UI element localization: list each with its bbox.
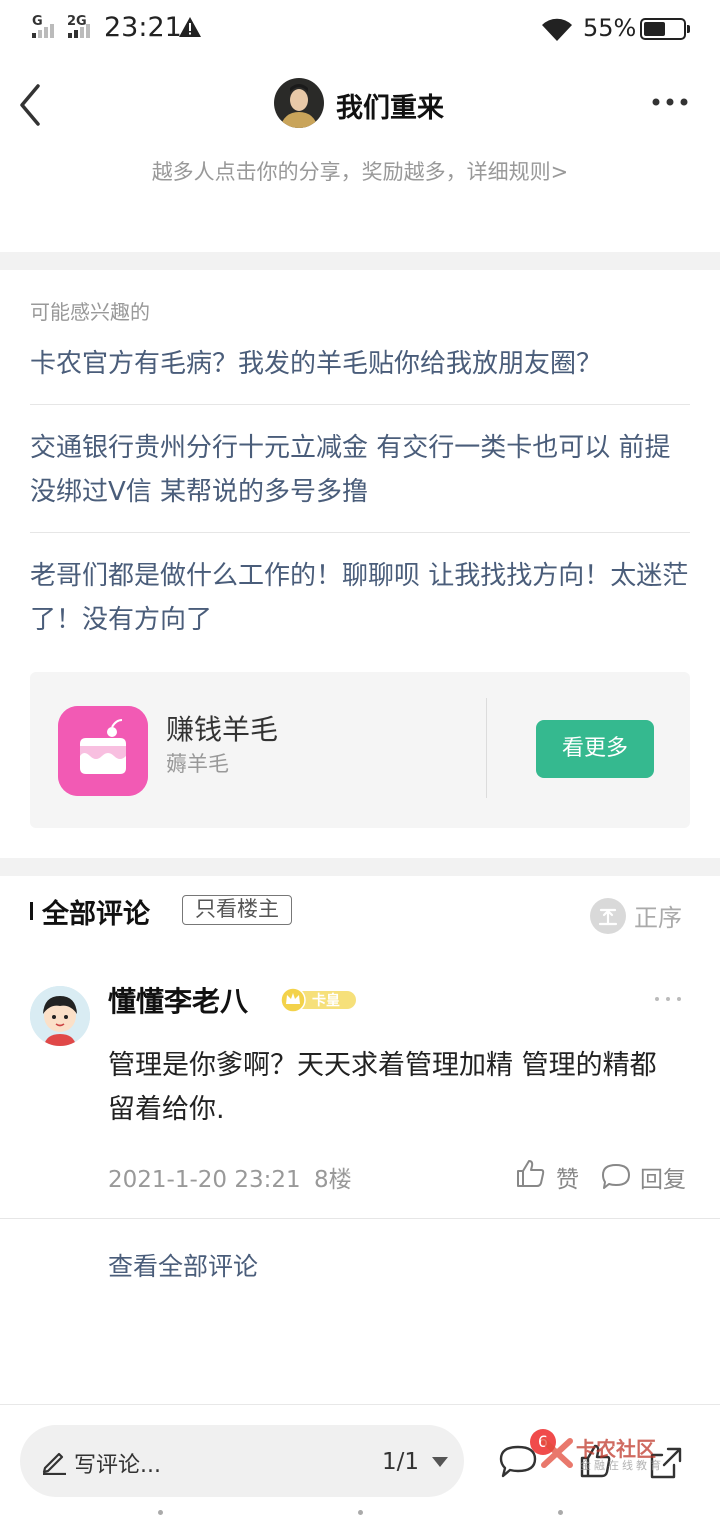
comment-meta: 2021-1-20 23:21 8楼 <box>108 1160 352 1194</box>
post-header: 我们重来 <box>0 62 720 148</box>
battery-icon <box>640 18 690 40</box>
author-name[interactable]: 我们重来 <box>336 86 444 125</box>
pen-icon <box>42 1452 66 1475</box>
comments-title: 全部评论 <box>42 899 150 930</box>
section-marker <box>30 902 33 920</box>
comment-more-icon[interactable] <box>654 994 682 1004</box>
comment-time: 2021-1-20 23:21 <box>108 1167 301 1193</box>
see-more-button[interactable]: 看更多 <box>536 720 654 778</box>
more-options-icon[interactable] <box>650 94 690 110</box>
reply-button[interactable]: 回复 <box>640 1160 686 1194</box>
sort-order-label[interactable]: 正序 <box>634 898 682 933</box>
op-only-toggle[interactable]: 只看楼主 <box>182 895 292 925</box>
section-separator <box>0 858 720 876</box>
user-rank-badge: 卡皇 <box>280 986 358 1014</box>
back-arrow-icon[interactable] <box>14 82 48 128</box>
reply-icon[interactable] <box>600 1162 632 1192</box>
page-indicator[interactable]: 1/1 <box>382 1449 419 1475</box>
write-comment-placeholder: 写评论... <box>74 1453 161 1478</box>
write-comment-input[interactable]: 写评论... 1/1 <box>20 1425 464 1497</box>
battery-percent: 55% <box>583 14 637 42</box>
author-avatar[interactable] <box>274 78 324 128</box>
sort-icon[interactable] <box>590 898 626 934</box>
warning-icon <box>179 17 201 37</box>
bottom-action-bar: 写评论... 1/1 6 卡农社区 金融在线教育 <box>0 1404 720 1520</box>
nav-dot <box>158 1510 163 1515</box>
signal-icon-2 <box>68 24 94 38</box>
status-bar: G 2G 23:21 55% <box>0 0 720 58</box>
like-button[interactable]: 赞 <box>556 1160 579 1194</box>
interest-item[interactable]: 交通银行贵州分行十元立减金 有交行一类卡也可以 前提没绑过V信 某帮说的多号多撸 <box>30 426 690 514</box>
cake-app-icon <box>58 706 148 796</box>
divider <box>0 1218 720 1219</box>
nav-dot <box>358 1510 363 1515</box>
wifi-icon <box>542 18 572 41</box>
app-name: 赚钱羊毛 <box>166 713 279 746</box>
comment-floor: 8楼 <box>313 1167 352 1193</box>
card-divider <box>486 698 487 798</box>
clock: 23:21 <box>104 12 182 43</box>
divider <box>30 532 690 533</box>
commenter-avatar[interactable] <box>30 986 90 1046</box>
like-icon[interactable] <box>514 1157 546 1189</box>
comment-text: 管理是你爹啊？天天求着管理加精 管理的精都留着给你. <box>108 1050 657 1125</box>
commenter-name[interactable]: 懂懂李老八 <box>108 980 248 1020</box>
nav-dot <box>558 1510 563 1515</box>
watermark-logo: 卡农社区 金融在线教育 <box>540 1433 680 1473</box>
caret-down-icon[interactable] <box>432 1457 448 1467</box>
app-promo-card[interactable]: 赚钱羊毛 薅羊毛 看更多 <box>30 672 690 828</box>
interest-item[interactable]: 老哥们都是做什么工作的！聊聊呗 让我找找方向！太迷茫了！没有方向了 <box>30 554 690 642</box>
watermark-subtext: 金融在线教育 <box>580 1459 664 1472</box>
view-all-comments-link[interactable]: 查看全部评论 <box>108 1247 258 1283</box>
share-reward-link[interactable]: 越多人点击你的分享，奖励越多，详细规则> <box>0 156 720 186</box>
interest-label: 可能感兴趣的 <box>30 300 150 324</box>
divider <box>30 404 690 405</box>
signal-icon <box>32 24 58 38</box>
battery-fill <box>644 22 665 36</box>
section-separator <box>0 252 720 270</box>
interest-item[interactable]: 卡农官方有毛病？我发的羊毛贴你给我放朋友圈？ <box>30 342 690 386</box>
app-category: 薅羊毛 <box>166 752 229 776</box>
badge-label: 卡皇 <box>312 993 340 1009</box>
